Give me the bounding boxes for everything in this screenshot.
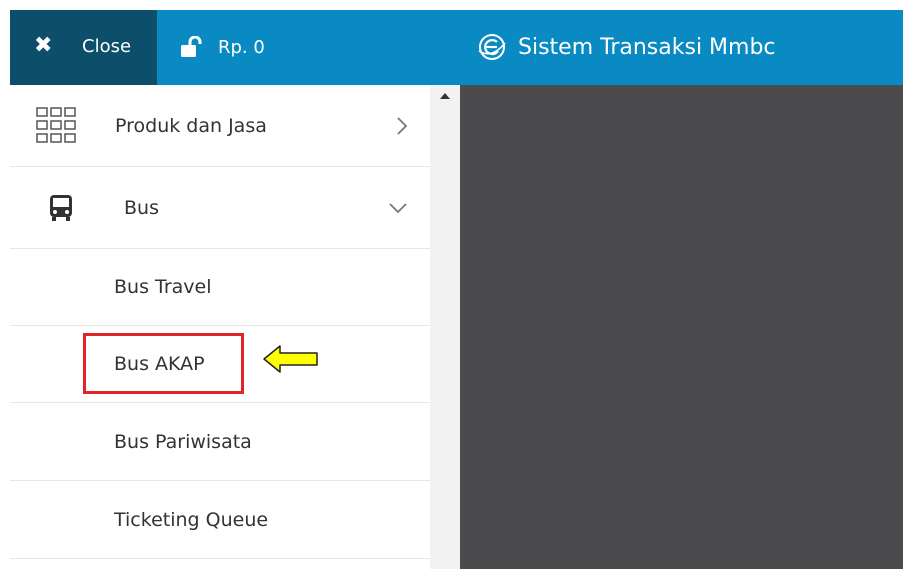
sidebar-subitem-bus-travel[interactable]: Bus Travel <box>10 249 430 326</box>
close-icon: ✖ <box>34 33 53 58</box>
main-content-area <box>460 85 903 569</box>
app-title: Sistem Transaksi Mmbc <box>476 28 776 66</box>
sidebar-scrollbar[interactable] <box>430 85 460 569</box>
bus-icon <box>50 194 72 221</box>
sidebar-subitem-ticketing-queue[interactable]: Ticketing Queue <box>10 481 430 559</box>
scroll-up-arrow-icon[interactable] <box>440 93 450 99</box>
app-logo-icon <box>478 34 506 60</box>
close-button[interactable]: ✖ Close <box>10 10 157 85</box>
sidebar-item-bus[interactable]: Bus <box>10 167 430 249</box>
chevron-down-icon <box>389 202 407 213</box>
sidebar-item-label: Ticketing Queue <box>114 508 269 531</box>
sidebar-menu: Produk dan Jasa Bus Bus Travel Bus AKAP … <box>10 85 430 569</box>
grid-icon <box>36 106 76 143</box>
balance-amount: Rp. 0 <box>218 36 265 58</box>
chevron-right-icon <box>397 116 408 135</box>
top-bar: ✖ Close Rp. 0 Sistem Transaksi Mmbc <box>10 10 903 85</box>
sidebar-item-produk-dan-jasa[interactable]: Produk dan Jasa <box>10 85 430 167</box>
sidebar-subitem-bus-pariwisata[interactable]: Bus Pariwisata <box>10 403 430 481</box>
unlock-icon <box>181 36 202 57</box>
sidebar-item-label: Produk dan Jasa <box>115 114 267 137</box>
highlight-box <box>83 333 244 394</box>
app-title-text: Sistem Transaksi Mmbc <box>518 34 776 60</box>
sidebar-item-label: Bus Pariwisata <box>114 430 252 453</box>
sidebar-item-label: Bus <box>124 196 159 219</box>
close-label: Close <box>82 36 132 57</box>
balance-display[interactable]: Rp. 0 <box>180 30 265 64</box>
sidebar-item-label: Bus Travel <box>114 276 212 298</box>
pointer-arrow-icon <box>263 345 318 373</box>
